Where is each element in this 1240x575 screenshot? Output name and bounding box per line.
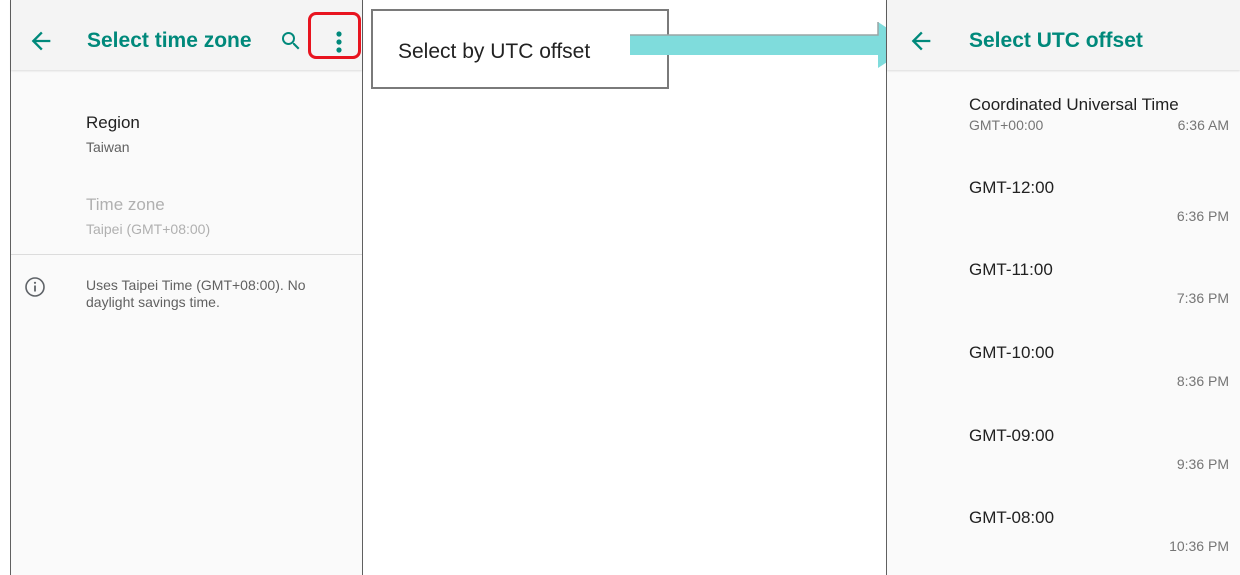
- list-item[interactable]: GMT-11:00 7:36 PM: [969, 260, 1229, 340]
- utc-offset-screen: Select UTC offset Coordinated Universal …: [886, 0, 1240, 575]
- list-item[interactable]: GMT-08:00 10:36 PM: [969, 508, 1229, 575]
- arrow-right-icon: [630, 22, 913, 68]
- offset-name: GMT-10:00: [969, 343, 1055, 362]
- offset-time: 6:36 PM: [1176, 208, 1229, 224]
- offset-name: GMT-12:00: [969, 178, 1055, 197]
- page-title: Select time zone: [87, 29, 252, 52]
- overflow-menu-highlight: [308, 12, 361, 59]
- offset-time: 7:36 PM: [1176, 290, 1229, 306]
- offset-name: GMT-08:00: [969, 508, 1055, 527]
- region-title: Region: [86, 113, 140, 132]
- arrow-left-icon[interactable]: [907, 27, 935, 55]
- page-title: Select UTC offset: [969, 29, 1143, 52]
- arrow-left-icon[interactable]: [27, 27, 55, 55]
- time-zone-preference[interactable]: Time zone Taipei (GMT+08:00): [86, 195, 210, 237]
- region-value: Taiwan: [86, 139, 130, 155]
- offset-time: 10:36 PM: [1169, 538, 1229, 554]
- time-zone-screen: Select time zone Region Taiwan Time zone…: [10, 0, 363, 575]
- offset-name: GMT-11:00: [969, 260, 1053, 279]
- list-item[interactable]: GMT-10:00 8:36 PM: [969, 343, 1229, 423]
- callout-label: Select by UTC offset: [398, 40, 591, 63]
- list-item[interactable]: GMT-09:00 9:36 PM: [969, 426, 1229, 506]
- offset-time: 6:36 AM: [1177, 117, 1229, 133]
- divider: [11, 254, 362, 255]
- search-icon[interactable]: [279, 29, 303, 53]
- callout-box: Select by UTC offset: [371, 9, 669, 89]
- list-item[interactable]: GMT-12:00 6:36 PM: [969, 178, 1229, 258]
- time-zone-title: Time zone: [86, 195, 165, 214]
- time-zone-value: Taipei (GMT+08:00): [86, 221, 211, 237]
- region-preference[interactable]: Region Taiwan: [86, 113, 140, 155]
- offset-name: GMT-09:00: [969, 426, 1055, 445]
- offset-time: 9:36 PM: [1176, 456, 1229, 472]
- list-item[interactable]: Coordinated Universal Time GMT+00:00 6:3…: [969, 95, 1229, 175]
- offset-name: Coordinated Universal Time: [969, 95, 1179, 114]
- info-icon: [25, 277, 45, 297]
- offset-value: GMT+00:00: [969, 117, 1044, 133]
- top-app-bar: Select time zone: [11, 0, 362, 70]
- offset-time: 8:36 PM: [1176, 373, 1229, 389]
- time-zone-footer: Uses Taipei Time (GMT+08:00). No dayligh…: [86, 277, 306, 310]
- top-app-bar: Select UTC offset: [887, 0, 1240, 70]
